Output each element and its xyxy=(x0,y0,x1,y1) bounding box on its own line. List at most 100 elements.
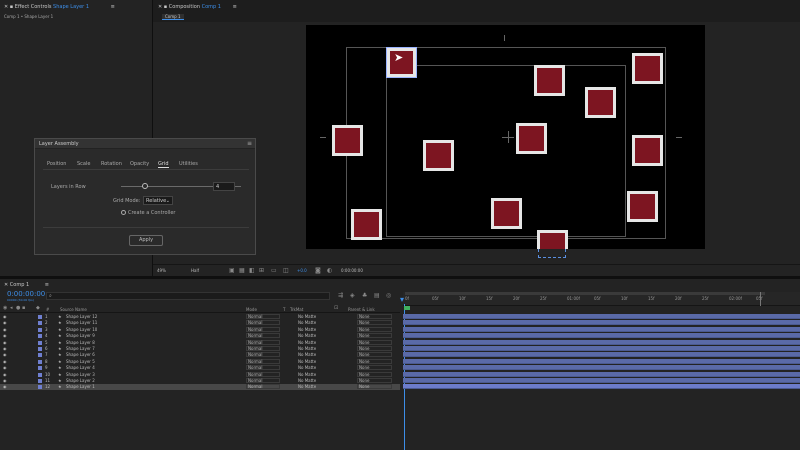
panel-menu-icon[interactable]: ≡ xyxy=(45,282,49,288)
blend-mode-dropdown[interactable]: Normal xyxy=(246,346,280,351)
trkmat-dropdown[interactable]: No Matte xyxy=(298,372,316,377)
tab-opacity[interactable]: Opacity xyxy=(130,161,149,167)
region-of-interest-icon[interactable]: ▣ xyxy=(229,267,235,274)
composition-tab[interactable]: ✕ ▪ Composition Comp 1 ≡ xyxy=(158,4,237,10)
transparency-grid-icon[interactable]: ▦ xyxy=(239,267,245,274)
shape-square-4[interactable] xyxy=(585,87,616,118)
trkmat-dropdown[interactable]: No Matte xyxy=(298,327,316,332)
shape-square-9[interactable] xyxy=(627,191,658,222)
frame-blending-icon[interactable]: ▤ xyxy=(374,292,380,299)
label-color-swatch[interactable] xyxy=(38,372,42,377)
parent-dropdown[interactable]: None xyxy=(357,314,392,319)
eye-icon[interactable]: ◉ xyxy=(3,352,7,357)
dialog-titlebar[interactable]: Layer Assembly ≡ xyxy=(35,139,255,149)
resolution-dropdown[interactable]: Half xyxy=(191,268,199,273)
eye-icon[interactable]: ◉ xyxy=(3,340,7,345)
tab-utilities[interactable]: Utilities xyxy=(179,161,198,167)
shape-square-8[interactable] xyxy=(632,135,663,166)
tab-position[interactable]: Position xyxy=(47,161,66,167)
playhead-icon[interactable]: ▾ xyxy=(400,296,404,304)
tab-scale[interactable]: Scale xyxy=(77,161,90,167)
close-icon[interactable]: ✕ xyxy=(158,4,162,10)
close-icon[interactable]: ✕ xyxy=(4,282,8,288)
create-controller-label[interactable]: Create a Controller xyxy=(128,210,175,216)
mask-visibility-icon[interactable]: ◧ xyxy=(249,267,255,274)
dialog-menu-icon[interactable]: ≡ xyxy=(247,140,252,147)
layer-duration-bar[interactable] xyxy=(403,333,800,339)
shape-square-11[interactable] xyxy=(351,209,382,240)
exposure-value[interactable]: +0.0 xyxy=(297,268,307,273)
layer-row[interactable]: ◉ 4 ★ Shape Layer 9 Normal No Matte None xyxy=(0,333,400,339)
shape-square-7[interactable] xyxy=(423,140,454,171)
zoom-dropdown[interactable]: 49% xyxy=(157,268,166,273)
label-color-swatch[interactable] xyxy=(38,315,42,319)
eye-icon[interactable]: ◉ xyxy=(3,314,7,319)
panel-menu-icon[interactable]: ≡ xyxy=(111,4,115,10)
label-color-swatch[interactable] xyxy=(38,353,42,358)
parent-dropdown[interactable]: None xyxy=(357,365,392,371)
eye-icon[interactable]: ◉ xyxy=(3,372,7,377)
tab-grid[interactable]: Grid xyxy=(158,161,169,168)
label-color-swatch[interactable] xyxy=(38,334,42,339)
trkmat-dropdown[interactable]: No Matte xyxy=(298,352,316,357)
comp-timecode[interactable]: 0:00:00:00 xyxy=(341,268,363,273)
parent-dropdown[interactable]: None xyxy=(357,326,392,332)
shape-square-6[interactable] xyxy=(516,123,547,154)
layer-name[interactable]: Shape Layer 4 xyxy=(66,365,95,370)
col-source-name[interactable]: Source Name xyxy=(60,307,87,312)
parent-dropdown[interactable]: None xyxy=(357,358,392,364)
layer-row[interactable]: ◉ 5 ★ Shape Layer 8 Normal No Matte None xyxy=(0,339,400,346)
eye-icon[interactable]: ◉ xyxy=(3,346,7,351)
parent-dropdown[interactable]: None xyxy=(357,320,392,326)
parent-dropdown[interactable]: None xyxy=(357,352,392,358)
shape-square-12[interactable] xyxy=(537,230,568,249)
close-icon[interactable]: ✕ xyxy=(4,4,8,10)
blend-mode-dropdown[interactable]: Normal xyxy=(246,352,280,358)
layer-name[interactable]: Shape Layer 2 xyxy=(66,378,95,383)
create-controller-checkbox[interactable] xyxy=(121,210,126,215)
layer-duration-bar[interactable] xyxy=(403,371,800,377)
layer-row[interactable]: ◉ 3 ★ Shape Layer 10 Normal No Matte None xyxy=(0,326,400,333)
guides-icon[interactable]: ⊞ xyxy=(259,267,264,274)
layer-name[interactable]: Shape Layer 5 xyxy=(66,359,95,364)
lock-icon[interactable]: ▪ xyxy=(10,4,13,10)
blend-mode-dropdown[interactable]: Normal xyxy=(246,339,280,345)
trkmat-dropdown[interactable]: No Matte xyxy=(298,359,316,364)
trkmat-dropdown[interactable]: No Matte xyxy=(298,320,316,325)
label-color-swatch[interactable] xyxy=(38,385,42,390)
lock-icon[interactable]: ▪ xyxy=(164,4,167,10)
layer-row[interactable]: ◉ 8 ★ Shape Layer 5 Normal No Matte None xyxy=(0,358,400,365)
blend-mode-dropdown[interactable]: Normal xyxy=(246,326,280,332)
layer-name[interactable]: Shape Layer 3 xyxy=(66,372,95,377)
parent-dropdown[interactable]: None xyxy=(357,333,392,339)
layer-duration-bar[interactable] xyxy=(403,378,800,383)
layer-duration-bar[interactable] xyxy=(403,352,800,358)
blend-mode-dropdown[interactable]: Normal xyxy=(246,371,280,377)
label-color-swatch[interactable] xyxy=(38,340,42,345)
layer-row[interactable]: ◉ 10 ★ Shape Layer 3 Normal No Matte None xyxy=(0,371,400,378)
parent-dropdown[interactable]: None xyxy=(357,371,392,377)
tab-rotation[interactable]: Rotation xyxy=(101,161,122,167)
layer-name[interactable]: Shape Layer 10 xyxy=(66,327,97,332)
label-color-swatch[interactable] xyxy=(38,321,42,326)
layer-name[interactable]: Shape Layer 8 xyxy=(66,340,95,345)
timeline-timecode[interactable]: 0:00:00:00 xyxy=(7,290,45,298)
work-area-bar[interactable] xyxy=(405,292,765,295)
apply-button[interactable]: Apply xyxy=(129,235,163,246)
label-color-swatch[interactable] xyxy=(38,347,42,351)
comp-tag[interactable]: Comp 1 xyxy=(162,14,184,20)
layer-row[interactable]: ◉ 12 ★ Shape Layer 1 Normal No Matte None xyxy=(0,384,400,391)
trkmat-dropdown[interactable]: No Matte xyxy=(298,378,316,383)
shape-square-3[interactable] xyxy=(632,53,663,84)
parent-dropdown[interactable]: None xyxy=(357,378,392,383)
layer-name[interactable]: Shape Layer 6 xyxy=(66,352,95,357)
grid-mode-dropdown[interactable]: Relative ⌄ xyxy=(143,196,173,205)
3d-view-icon[interactable]: ◫ xyxy=(283,267,289,274)
eye-icon[interactable]: ◉ xyxy=(3,320,7,325)
blend-mode-dropdown[interactable]: Normal xyxy=(246,320,280,326)
layer-duration-bar[interactable] xyxy=(403,346,800,351)
trkmat-dropdown[interactable]: No Matte xyxy=(298,314,316,319)
layer-duration-bar[interactable] xyxy=(403,358,800,364)
label-color-swatch[interactable] xyxy=(38,359,42,364)
blend-mode-dropdown[interactable]: Normal xyxy=(246,333,280,339)
